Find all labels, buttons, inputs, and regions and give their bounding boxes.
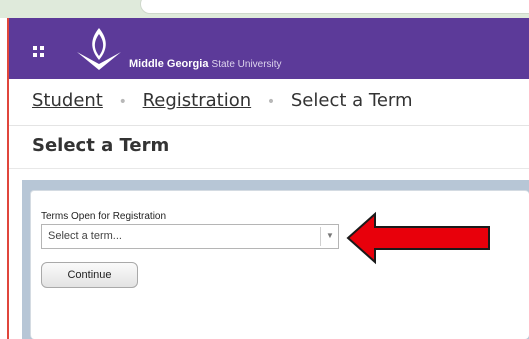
university-name: Middle Georgia State University bbox=[129, 58, 282, 70]
term-select-placeholder: Select a term... bbox=[48, 230, 122, 242]
browser-tab bbox=[140, 0, 529, 14]
university-name-sub: State University bbox=[211, 59, 282, 70]
divider bbox=[9, 125, 529, 126]
breadcrumb-separator: • bbox=[118, 94, 127, 110]
browser-top-strip bbox=[0, 0, 529, 18]
page-title: Select a Term bbox=[32, 135, 170, 156]
breadcrumb-registration-link[interactable]: Registration bbox=[143, 90, 252, 111]
dropdown-separator bbox=[320, 227, 321, 246]
term-select-dropdown[interactable]: Select a term... ▼ bbox=[41, 224, 339, 249]
breadcrumb-current: Select a Term bbox=[290, 90, 413, 111]
breadcrumb-separator: • bbox=[266, 94, 276, 110]
red-arrow-icon bbox=[346, 211, 490, 265]
left-edge-border bbox=[0, 18, 9, 339]
app-header: Middle Georgia State University bbox=[9, 18, 529, 79]
divider bbox=[9, 168, 529, 169]
caret-down-icon[interactable]: ▼ bbox=[326, 231, 334, 240]
breadcrumb-student-link[interactable]: Student bbox=[32, 90, 103, 111]
breadcrumb: Student • Registration • Select a Term bbox=[32, 90, 413, 111]
grid-menu-icon[interactable] bbox=[33, 46, 45, 58]
university-logo-icon[interactable] bbox=[75, 26, 123, 72]
continue-button[interactable]: Continue bbox=[41, 262, 138, 288]
term-select-label: Terms Open for Registration bbox=[41, 211, 167, 222]
university-name-bold: Middle Georgia bbox=[129, 58, 209, 70]
